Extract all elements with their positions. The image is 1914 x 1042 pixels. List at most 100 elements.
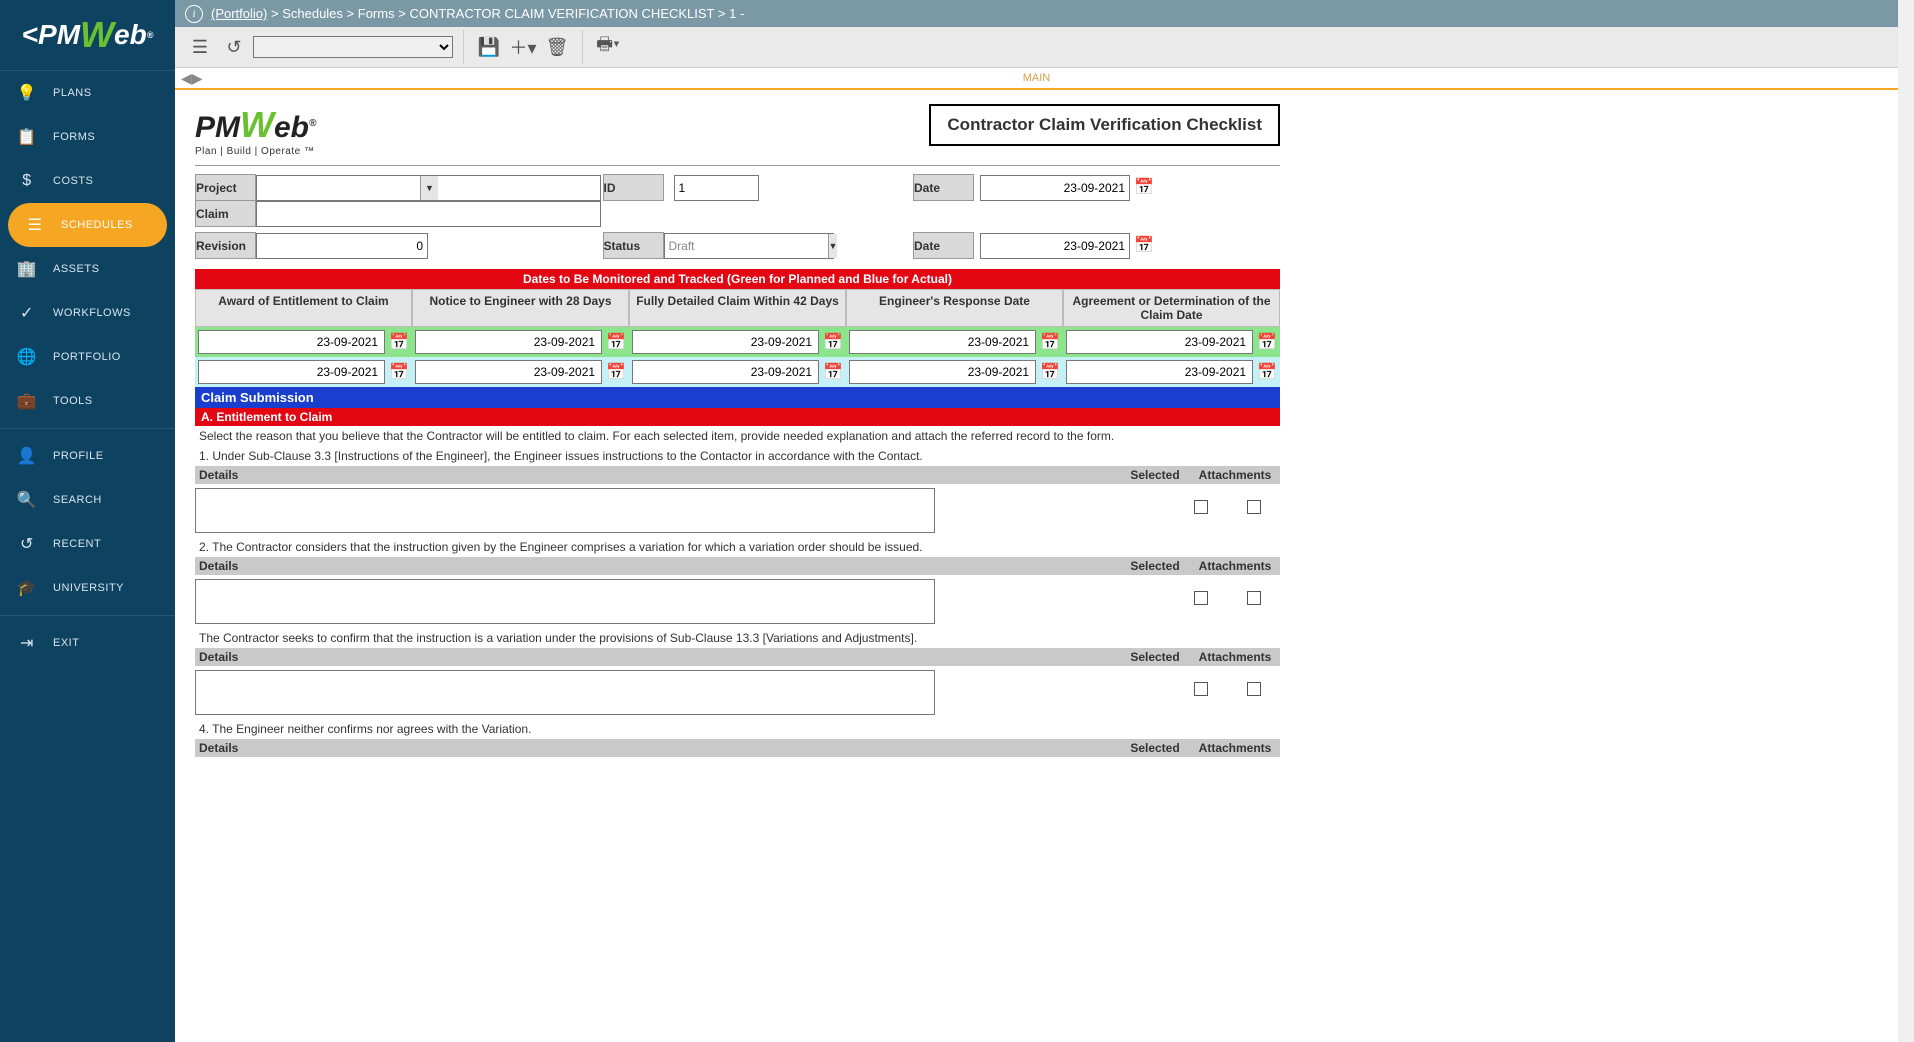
actual-row: 📅 📅 📅 📅 📅	[195, 357, 1280, 387]
calendar-icon[interactable]: 📅	[1257, 362, 1277, 382]
exit-icon: ⇥	[15, 631, 39, 655]
detail-header: Details Selected Attachments	[195, 739, 1280, 757]
id-label: ID	[603, 175, 663, 201]
sidebar-item-costs[interactable]: $COSTS	[0, 159, 175, 203]
calendar-icon[interactable]: 📅	[606, 332, 626, 352]
claim-input[interactable]	[256, 201, 601, 227]
record-select[interactable]	[253, 36, 453, 58]
calendar-icon[interactable]: 📅	[1134, 235, 1154, 255]
sidebar-item-university[interactable]: 🎓 UNIVERSITY	[0, 566, 175, 610]
entitlement-instructions: Select the reason that you believe that …	[195, 426, 1280, 446]
info-icon[interactable]: i	[185, 5, 203, 23]
grad-cap-icon: 🎓	[15, 576, 39, 600]
print-button[interactable]: 🖶▾	[593, 32, 623, 62]
entitlement-banner: A. Entitlement to Claim	[195, 408, 1280, 426]
attachments-checkbox-3[interactable]	[1247, 682, 1261, 696]
pager-arrows[interactable]: ◀▶	[181, 70, 203, 87]
selected-checkbox-3[interactable]	[1194, 682, 1208, 696]
sidebar-item-recent[interactable]: ↺RECENT	[0, 522, 175, 566]
sidebar-item-assets[interactable]: 🏢 ASSETS	[0, 247, 175, 291]
sidebar-item-search[interactable]: 🔍SEARCH	[0, 478, 175, 522]
selected-checkbox-1[interactable]	[1194, 500, 1208, 514]
calendar-icon[interactable]: 📅	[389, 362, 409, 382]
clipboard-icon: 📋	[15, 125, 39, 149]
project-input[interactable]	[257, 176, 420, 200]
status-dropdown-button[interactable]: ▼	[828, 234, 838, 258]
attachments-checkbox-1[interactable]	[1247, 500, 1261, 514]
globe-icon: 🌐	[15, 345, 39, 369]
delete-button[interactable]: 🗑	[542, 32, 572, 62]
lightbulb-icon: 💡	[15, 81, 39, 105]
list-button[interactable]: ☰	[185, 32, 215, 62]
tab-main[interactable]: MAIN	[1011, 68, 1063, 88]
status-input[interactable]	[665, 234, 828, 258]
details-textarea-3[interactable]	[195, 670, 935, 715]
sidebar-item-exit[interactable]: ⇥EXIT	[0, 621, 175, 665]
planned-date-2[interactable]	[632, 330, 819, 354]
sidebar-item-label: COSTS	[53, 175, 93, 187]
breadcrumb: (Portfolio) > Schedules > Forms > CONTRA…	[211, 6, 744, 21]
planned-date-4[interactable]	[1066, 330, 1253, 354]
building-icon: 🏢	[15, 257, 39, 281]
planned-date-3[interactable]	[849, 330, 1036, 354]
save-button[interactable]: 💾	[474, 32, 504, 62]
calendar-icon[interactable]: 📅	[1257, 332, 1277, 352]
sidebar-item-forms[interactable]: 📋FORMS	[0, 115, 175, 159]
details-textarea-1[interactable]	[195, 488, 935, 533]
date2-input[interactable]	[980, 233, 1130, 259]
calendar-icon[interactable]: 📅	[823, 362, 843, 382]
item-text-2: 2. The Contractor considers that the ins…	[195, 537, 1280, 557]
toolbar: ☰ ↺ 💾 ＋▾ 🗑 🖶▾	[175, 27, 1898, 68]
actual-date-0[interactable]	[198, 360, 385, 384]
sidebar-item-plans[interactable]: 💡PLANS	[0, 71, 175, 115]
check-icon: ✓	[15, 301, 39, 325]
sidebar-item-tools[interactable]: 💼TOOLS	[0, 379, 175, 423]
revision-input[interactable]	[256, 233, 428, 259]
col-response: Engineer's Response Date	[846, 289, 1063, 327]
actual-date-1[interactable]	[415, 360, 602, 384]
history-button[interactable]: ↺	[219, 32, 249, 62]
sidebar-item-workflows[interactable]: ✓ WORKFLOWS	[0, 291, 175, 335]
item-text-1: 1. Under Sub-Clause 3.3 [Instructions of…	[195, 446, 1280, 466]
tab-bar: ◀▶ MAIN	[175, 68, 1898, 90]
sidebar-item-label: TOOLS	[53, 395, 93, 407]
actual-date-3[interactable]	[849, 360, 1036, 384]
id-input[interactable]	[674, 175, 759, 201]
selected-checkbox-2[interactable]	[1194, 591, 1208, 605]
sidebar-item-label: PORTFOLIO	[53, 351, 121, 363]
planned-date-0[interactable]	[198, 330, 385, 354]
actual-date-4[interactable]	[1066, 360, 1253, 384]
detail-header: Details Selected Attachments	[195, 557, 1280, 575]
details-textarea-2[interactable]	[195, 579, 935, 624]
col-agreement: Agreement or Determination of the Claim …	[1063, 289, 1280, 327]
scrollbar[interactable]	[1898, 0, 1914, 1042]
search-icon: 🔍	[15, 488, 39, 512]
breadcrumb-bar: i (Portfolio) > Schedules > Forms > CONT…	[175, 0, 1898, 27]
dates-banner: Dates to Be Monitored and Tracked (Green…	[195, 269, 1280, 289]
sidebar-item-schedules[interactable]: ☰SCHEDULES	[8, 203, 167, 247]
add-button[interactable]: ＋▾	[508, 32, 538, 62]
sidebar-item-label: ASSETS	[53, 263, 99, 275]
sidebar-item-profile[interactable]: 👤PROFILE	[0, 434, 175, 478]
sidebar-item-label: WORKFLOWS	[53, 307, 131, 319]
calendar-icon[interactable]: 📅	[1040, 332, 1060, 352]
attachments-checkbox-2[interactable]	[1247, 591, 1261, 605]
col-award: Award of Entitlement to Claim	[195, 289, 412, 327]
item-text-4: 4. The Engineer neither confirms nor agr…	[195, 719, 1280, 739]
planned-date-1[interactable]	[415, 330, 602, 354]
sidebar-item-label: UNIVERSITY	[53, 582, 124, 594]
calendar-icon[interactable]: 📅	[1040, 362, 1060, 382]
actual-date-2[interactable]	[632, 360, 819, 384]
calendar-icon[interactable]: 📅	[823, 332, 843, 352]
calendar-icon[interactable]: 📅	[606, 362, 626, 382]
date-input[interactable]	[980, 175, 1130, 201]
calendar-icon[interactable]: 📅	[1134, 177, 1154, 197]
form-title: Contractor Claim Verification Checklist	[929, 104, 1280, 146]
sidebar-item-portfolio[interactable]: 🌐 PORTFOLIO	[0, 335, 175, 379]
calendar-icon[interactable]: 📅	[389, 332, 409, 352]
breadcrumb-root[interactable]: (Portfolio)	[211, 6, 267, 21]
project-dropdown-button[interactable]: ▼	[420, 176, 438, 200]
claim-label: Claim	[196, 201, 256, 227]
col-fully: Fully Detailed Claim Within 42 Days	[629, 289, 846, 327]
app-logo: <PMWeb®	[0, 0, 175, 70]
